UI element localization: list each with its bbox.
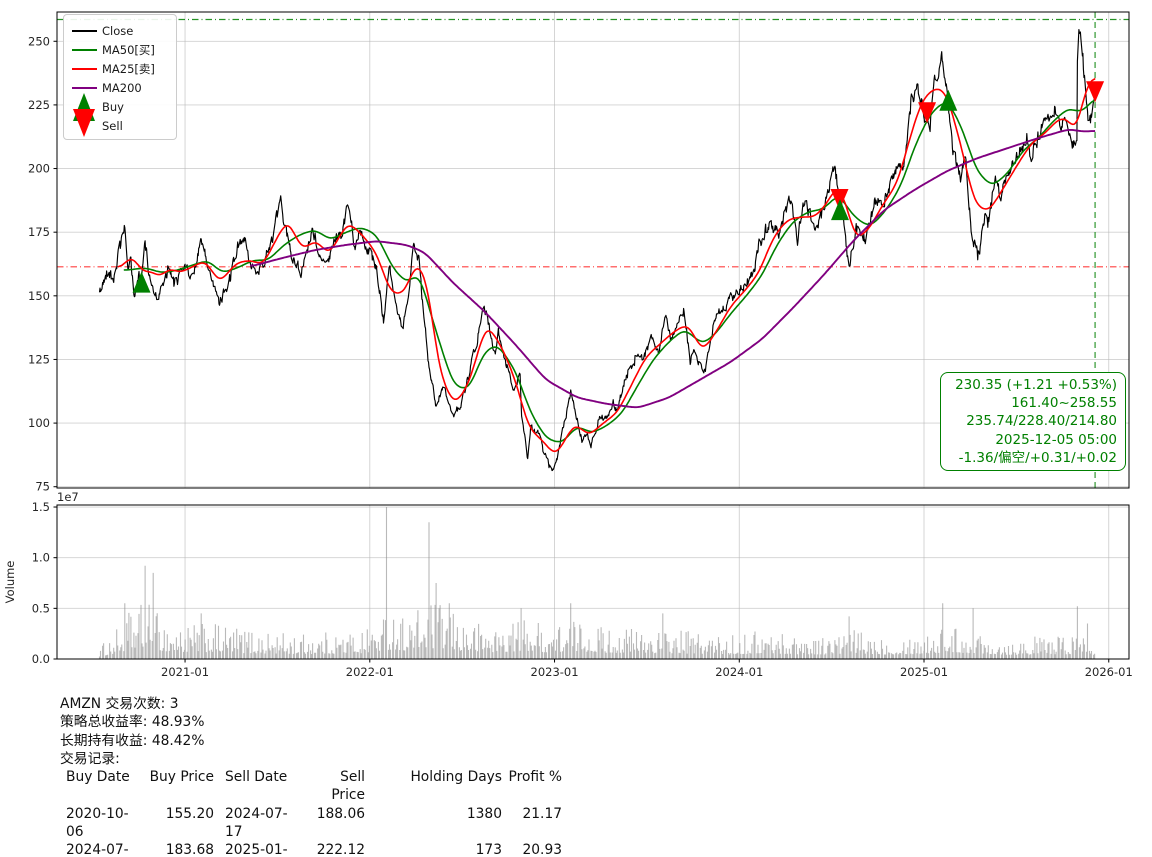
strategy-stats-block: AMZN 交易次数: 3 策略总收益率: 48.93% 长期持有收益: 48.4…: [60, 695, 562, 857]
legend-label: Close: [102, 24, 133, 38]
trade-header-cell: Holding Days: [365, 768, 502, 805]
legend-label: MA50[买]: [102, 42, 155, 58]
sell-marker: [1086, 81, 1104, 102]
trade-header-cell: Buy Date: [60, 768, 140, 805]
trade-header-cell: Profit %: [502, 768, 562, 805]
svg-text:100: 100: [28, 416, 50, 430]
volume-axis-label: Volume: [3, 561, 17, 604]
trade-header-cell: Buy Price: [140, 768, 214, 805]
strategy-return: 策略总收益率: 48.93%: [60, 713, 562, 731]
buy-marker: [831, 199, 849, 220]
legend-item-ma25: MA25[卖]: [64, 59, 174, 78]
volume-offset-label: 1e7: [57, 490, 79, 504]
legend-line-swatch: [72, 30, 97, 32]
legend-label: MA200: [102, 81, 142, 95]
volume-bars: [100, 507, 1095, 659]
trading-chart-page: 75 100 125 150 175 200 225 250 0.0 0.5 1.0 1.5 2021-…: [0, 0, 1152, 857]
trade-table-body: 2020-10-06155.202024-07-17188.06138021.1…: [60, 805, 562, 857]
legend-line-swatch: [72, 49, 97, 51]
trade-cell: 155.20: [140, 805, 214, 842]
chart-legend: Close MA50[买] MA25[卖] MA200 Buy Sell: [63, 14, 177, 140]
trades-count: AMZN 交易次数: 3: [60, 695, 562, 713]
svg-text:0.0: 0.0: [32, 652, 50, 666]
buy-marker: [939, 90, 957, 111]
hold-return: 长期持有收益: 48.42%: [60, 732, 562, 750]
trade-row: 2024-07-18183.682025-01-07222.1217320.93: [60, 841, 562, 857]
svg-text:2024-01: 2024-01: [715, 665, 763, 679]
trade-cell: 21.17: [502, 805, 562, 842]
annotation-timestamp: 2025-12-05 05:00: [949, 431, 1117, 449]
trade-table-header: Buy DateBuy PriceSell DateSell PriceHold…: [60, 768, 562, 805]
svg-text:75: 75: [35, 480, 50, 494]
legend-label: Sell: [102, 119, 123, 133]
trade-cell: 1380: [365, 805, 502, 842]
svg-text:225: 225: [28, 98, 50, 112]
legend-label: Buy: [102, 100, 124, 114]
trade-cell: 2025-01-07: [214, 841, 304, 857]
svg-text:250: 250: [28, 34, 50, 48]
svg-text:1.5: 1.5: [32, 500, 50, 514]
trade-header-cell: Sell Date: [214, 768, 304, 805]
annotation-range: 161.40~258.55: [949, 394, 1117, 412]
trade-cell: 222.12: [304, 841, 365, 857]
trade-cell: 2024-07-18: [60, 841, 140, 857]
legend-label: MA25[卖]: [102, 61, 155, 77]
svg-text:125: 125: [28, 352, 50, 366]
trade-cell: 2020-10-06: [60, 805, 140, 842]
trade-cell: 20.93: [502, 841, 562, 857]
trade-cell: 183.68: [140, 841, 214, 857]
svg-text:2021-01: 2021-01: [161, 665, 209, 679]
svg-text:175: 175: [28, 225, 50, 239]
legend-line-swatch: [72, 68, 97, 70]
trade-row: 2020-10-06155.202024-07-17188.06138021.1…: [60, 805, 562, 842]
trade-cell: 2024-07-17: [214, 805, 304, 842]
trade-header-cell: Sell Price: [304, 768, 365, 805]
sell-triangle-icon: [73, 109, 95, 137]
legend-line-swatch: [72, 87, 97, 89]
quote-annotation-box: 230.35 (+1.21 +0.53%) 161.40~258.55 235.…: [940, 372, 1126, 471]
svg-text:2026-01: 2026-01: [1085, 665, 1133, 679]
svg-text:2022-01: 2022-01: [346, 665, 394, 679]
svg-text:2023-01: 2023-01: [531, 665, 579, 679]
annotation-ma-values: 235.74/228.40/214.80: [949, 412, 1117, 430]
annotation-price: 230.35 (+1.21 +0.53%): [949, 376, 1117, 394]
svg-text:2025-01: 2025-01: [900, 665, 948, 679]
svg-text:150: 150: [28, 289, 50, 303]
svg-text:0.5: 0.5: [32, 601, 50, 615]
buy-marker: [133, 272, 151, 293]
svg-text:200: 200: [28, 162, 50, 176]
trade-cell: 188.06: [304, 805, 365, 842]
trade-cell: 173: [365, 841, 502, 857]
legend-item-ma50: MA50[买]: [64, 40, 174, 59]
annotation-bias: -1.36/偏空/+0.31/+0.02: [949, 449, 1117, 467]
trade-records-label: 交易记录:: [60, 750, 562, 768]
svg-text:1.0: 1.0: [32, 551, 50, 565]
legend-item-close: Close: [64, 21, 174, 40]
